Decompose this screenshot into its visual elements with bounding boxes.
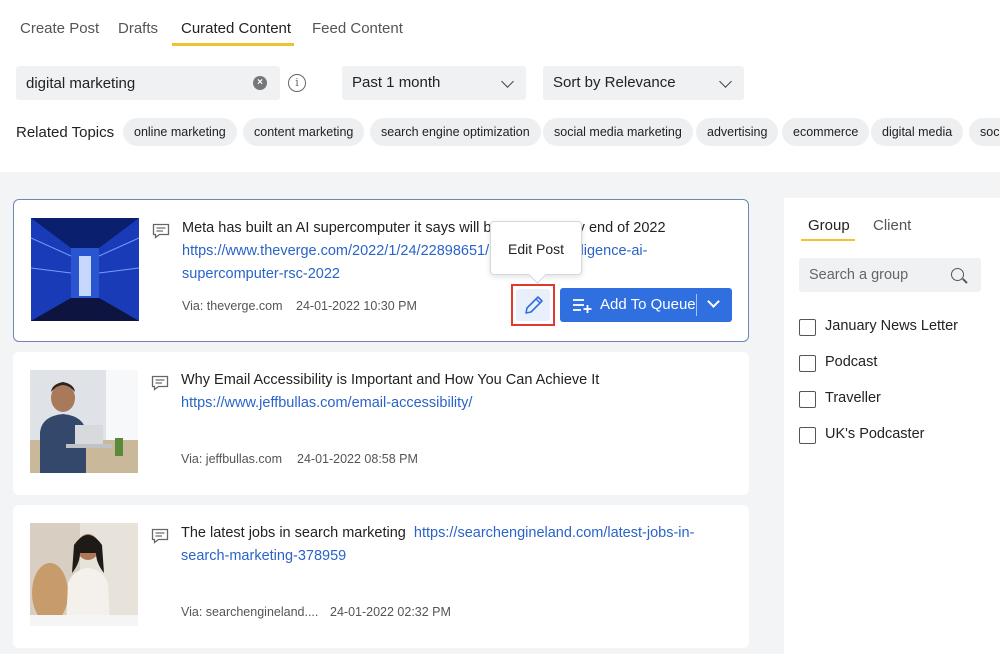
chevron-down-icon xyxy=(501,75,514,88)
topic-chip[interactable]: search engine optimization xyxy=(370,118,541,146)
post-source: Via: theverge.com xyxy=(182,299,283,313)
search-icon[interactable] xyxy=(951,268,964,281)
pencil-icon xyxy=(525,296,543,314)
post-title[interactable]: Why Email Accessibility is Important and… xyxy=(181,372,599,388)
group-label: January News Letter xyxy=(825,318,958,334)
tab-group[interactable]: Group xyxy=(808,217,850,234)
post-link[interactable]: https://www.theverge.com/2022/1/24/22898… xyxy=(182,243,489,259)
post-card[interactable]: Meta has built an AI supercomputer it sa… xyxy=(13,199,749,342)
clear-search-icon[interactable]: × xyxy=(253,76,267,90)
post-date: 24-01-2022 10:30 PM xyxy=(296,299,417,313)
post-date: 24-01-2022 08:58 PM xyxy=(297,452,418,466)
chevron-down-icon[interactable] xyxy=(707,295,720,308)
topic-chip[interactable]: digital media xyxy=(871,118,964,146)
chevron-down-icon xyxy=(719,75,732,88)
post-title[interactable]: The latest jobs in search marketing xyxy=(181,525,406,541)
topic-chip[interactable]: soci xyxy=(969,118,1000,146)
post-source: Via: jeffbullas.com xyxy=(181,452,282,466)
group-checkbox[interactable] xyxy=(799,355,816,372)
group-checkbox[interactable] xyxy=(799,319,816,336)
group-item[interactable]: Podcast xyxy=(799,354,989,374)
topic-search-box: × xyxy=(16,66,280,100)
topic-chip[interactable]: ecommerce xyxy=(782,118,870,146)
edit-button-surface xyxy=(516,289,550,321)
button-divider xyxy=(696,294,697,316)
group-item[interactable]: UK's Podcaster xyxy=(799,426,989,446)
active-tab-indicator xyxy=(801,239,855,241)
post-card[interactable]: Why Email Accessibility is Important and… xyxy=(13,352,749,495)
queue-add-icon xyxy=(573,299,592,313)
post-thumbnail xyxy=(30,523,138,626)
post-title-block: The latest jobs in search marketing http… xyxy=(181,522,721,568)
group-panel: Group Client January News Letter Podcast… xyxy=(784,198,1000,654)
sort-value: Sort by Relevance xyxy=(553,74,676,91)
active-tab-indicator xyxy=(172,43,294,46)
group-label: Podcast xyxy=(825,354,878,370)
tab-drafts[interactable]: Drafts xyxy=(118,20,158,37)
group-label: UK's Podcaster xyxy=(825,426,925,442)
group-search-box xyxy=(799,258,981,292)
post-link[interactable]: supercomputer-rsc-2022 xyxy=(182,266,340,282)
edit-post-button[interactable] xyxy=(511,284,555,326)
time-filter-dropdown[interactable]: Past 1 month xyxy=(342,66,526,100)
tab-bar: Create Post Drafts Curated Content Feed … xyxy=(0,0,1000,48)
post-link[interactable]: search-marketing-378959 xyxy=(181,548,346,564)
info-icon[interactable]: i xyxy=(288,74,306,92)
post-link[interactable]: https://www.jeffbullas.com/email-accessi… xyxy=(181,395,472,411)
tab-create-post[interactable]: Create Post xyxy=(20,20,99,37)
post-title[interactable]: Meta has built an AI supercomputer it sa… xyxy=(182,220,500,236)
group-checkbox[interactable] xyxy=(799,391,816,408)
topic-chip[interactable]: online marketing xyxy=(123,118,237,146)
tab-curated-content[interactable]: Curated Content xyxy=(181,20,291,37)
topic-chip[interactable]: social media marketing xyxy=(543,118,693,146)
edit-post-tooltip: Edit Post xyxy=(490,221,582,275)
topic-chip[interactable]: advertising xyxy=(696,118,779,146)
comment-icon[interactable] xyxy=(151,528,169,544)
post-link[interactable]: https://searchengineland.com/latest-jobs… xyxy=(414,525,694,541)
post-thumbnail xyxy=(30,370,138,473)
post-date: 24-01-2022 02:32 PM xyxy=(330,605,451,619)
related-topics-label: Related Topics xyxy=(16,124,115,141)
group-checkbox[interactable] xyxy=(799,427,816,444)
post-title-block: Meta has built an AI supercomputer it sa… xyxy=(182,217,722,286)
add-to-queue-button[interactable]: Add To Queue xyxy=(560,288,732,322)
time-filter-value: Past 1 month xyxy=(352,74,441,91)
post-card[interactable]: The latest jobs in search marketing http… xyxy=(13,505,749,648)
post-title-block: Why Email Accessibility is Important and… xyxy=(181,369,721,415)
post-source: Via: searchengineland.... xyxy=(181,605,319,619)
tab-client[interactable]: Client xyxy=(873,217,911,234)
topic-chip[interactable]: content marketing xyxy=(243,118,365,146)
add-to-queue-label: Add To Queue xyxy=(600,296,696,313)
tab-feed-content[interactable]: Feed Content xyxy=(312,20,403,37)
group-item[interactable]: Traveller xyxy=(799,390,989,410)
group-label: Traveller xyxy=(825,390,881,406)
post-thumbnail xyxy=(31,218,139,321)
comment-icon[interactable] xyxy=(151,375,169,391)
group-search-input[interactable] xyxy=(809,258,949,292)
group-item[interactable]: January News Letter xyxy=(799,318,989,338)
comment-icon[interactable] xyxy=(152,223,170,239)
sort-dropdown[interactable]: Sort by Relevance xyxy=(543,66,744,100)
topic-search-input[interactable] xyxy=(26,66,246,100)
